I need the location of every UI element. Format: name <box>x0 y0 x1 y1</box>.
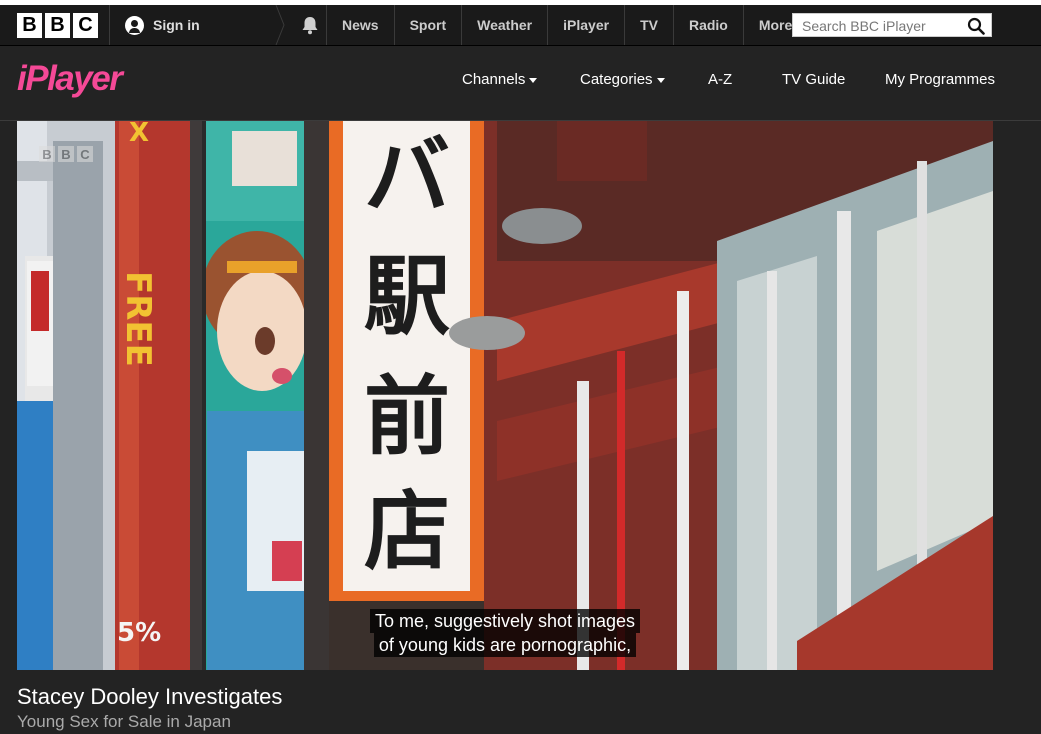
iplayer-logo[interactable]: iPlayer <box>17 60 129 100</box>
caret-down-icon <box>529 77 538 83</box>
nav-channels-label: Channels <box>462 71 526 88</box>
bbc-logo[interactable]: B B C <box>17 13 98 38</box>
video-player[interactable]: X FREE 5% バ 駅 前 店 B B C To me, suggestiv… <box>17 121 993 670</box>
bbc-logo-letter: B <box>45 13 70 38</box>
nav-sport[interactable]: Sport <box>393 5 462 45</box>
search-box <box>792 13 992 37</box>
video-sign-char: 駅 <box>364 247 450 347</box>
sign-in-link[interactable]: Sign in <box>125 5 200 45</box>
episode-title: Young Sex for Sale in Japan <box>17 712 231 731</box>
nav-channels[interactable]: Channels <box>462 71 538 88</box>
nav-a-z[interactable]: A-Z <box>708 71 732 88</box>
search-icon[interactable] <box>967 17 985 35</box>
bbc-logo-letter: B <box>17 13 42 38</box>
svg-text:B: B <box>61 147 70 162</box>
subtitle-line: To me, suggestively shot images <box>369 609 641 633</box>
nav-categories[interactable]: Categories <box>580 71 665 88</box>
nav-categories-label: Categories <box>580 71 653 88</box>
nav-radio[interactable]: Radio <box>672 5 743 45</box>
programme-title: Stacey Dooley Investigates <box>17 684 283 709</box>
video-sign-char: 前 <box>364 367 450 467</box>
svg-text:B: B <box>42 147 51 162</box>
video-subtitles: To me, suggestively shot images of young… <box>17 609 993 657</box>
divider <box>109 5 110 45</box>
video-sign-char: バ <box>364 127 450 227</box>
nav-tv[interactable]: TV <box>624 5 673 45</box>
caret-down-icon <box>656 77 665 83</box>
bbc-logo-letter: C <box>73 13 98 38</box>
video-sign-char: 店 <box>364 482 450 582</box>
iplayer-logo-text: iPlayer <box>17 60 125 98</box>
user-avatar-icon <box>125 15 144 35</box>
video-frame: X FREE 5% バ 駅 前 店 B B C <box>17 121 993 670</box>
search-input[interactable] <box>800 16 964 36</box>
nav-my-programmes[interactable]: My Programmes <box>885 71 995 88</box>
nav-tv-guide[interactable]: TV Guide <box>782 71 845 88</box>
global-nav-items: News Sport Weather iPlayer TV Radio More <box>326 5 821 45</box>
subtitle-line: of young kids are pornographic, <box>373 633 637 657</box>
nav-weather[interactable]: Weather <box>461 5 547 45</box>
bbc-global-bar: B B C Sign in News Sport Weather iPlayer… <box>0 5 1041 46</box>
bell-icon <box>302 16 318 34</box>
video-side-sign-x: X <box>129 121 149 148</box>
nav-iplayer[interactable]: iPlayer <box>547 5 624 45</box>
svg-text:C: C <box>80 147 90 162</box>
video-side-sign: FREE <box>118 271 158 367</box>
sign-in-label: Sign in <box>153 17 200 33</box>
nav-news[interactable]: News <box>326 5 394 45</box>
iplayer-header: iPlayer Channels Categories A-Z TV Guide… <box>0 46 1041 121</box>
